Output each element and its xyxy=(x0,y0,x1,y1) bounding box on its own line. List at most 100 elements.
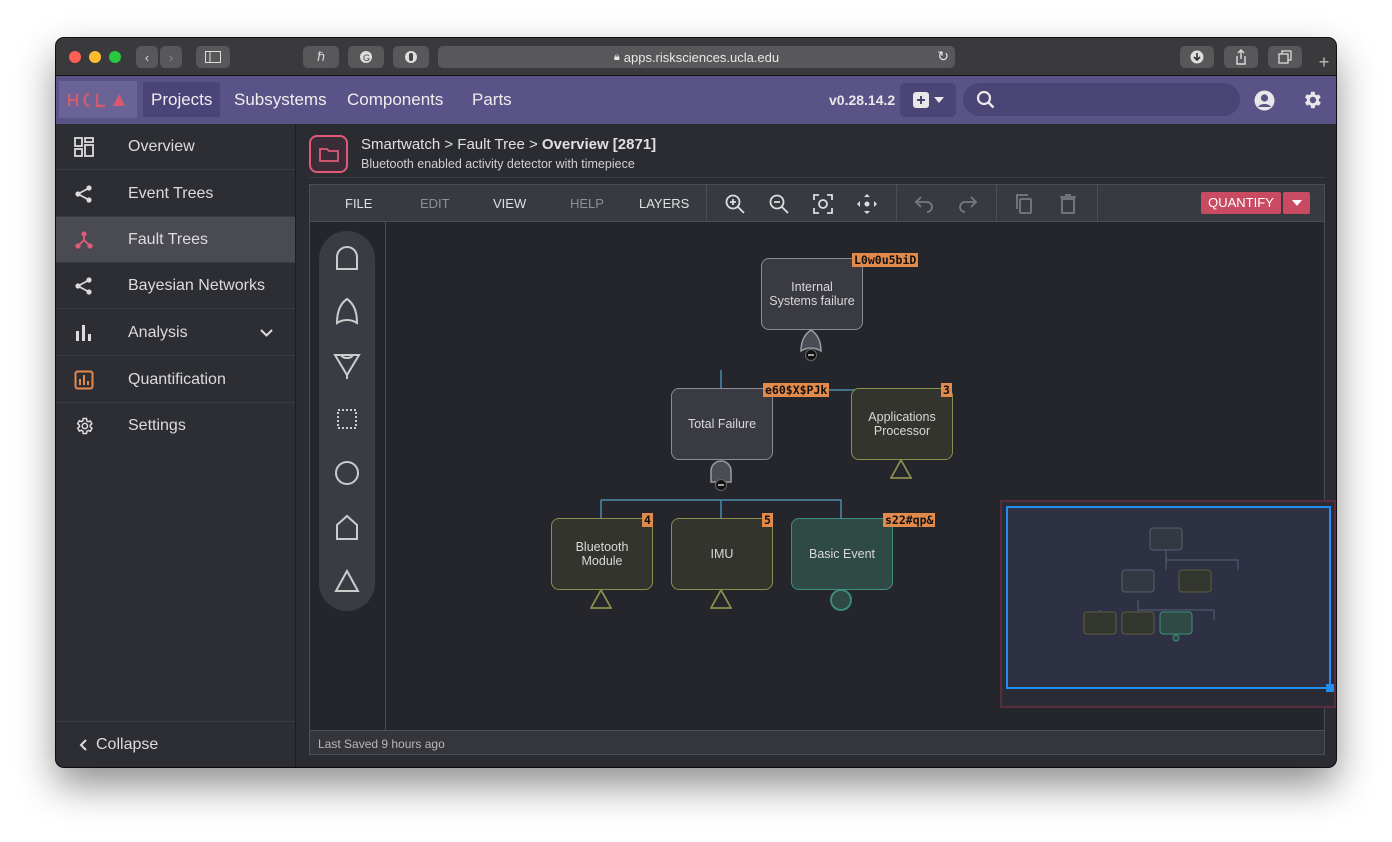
zoom-out-icon[interactable] xyxy=(768,193,790,215)
sidebar-item-label: Fault Trees xyxy=(128,230,209,248)
app-logo[interactable] xyxy=(59,81,137,118)
share-icon xyxy=(75,185,92,203)
sidebar-item-label: Overview xyxy=(128,137,195,155)
close-window-button[interactable] xyxy=(69,51,81,63)
back-button[interactable]: ‹ xyxy=(136,46,158,68)
collapse-toggle-icon[interactable] xyxy=(805,349,817,361)
and-gate-icon[interactable] xyxy=(333,243,361,271)
sidebar-item-label: Event Trees xyxy=(128,184,214,202)
tree-node-imu[interactable]: IMU xyxy=(671,518,773,590)
sidebar-item-label: Analysis xyxy=(128,323,188,341)
node-palette xyxy=(319,231,375,611)
redo-icon[interactable] xyxy=(957,193,979,215)
add-dropdown-button[interactable] xyxy=(900,83,956,117)
nav-parts-label: Parts xyxy=(472,89,512,109)
collapse-toggle-icon[interactable] xyxy=(715,479,727,491)
maximize-window-button[interactable] xyxy=(109,51,121,63)
or-gate-icon[interactable] xyxy=(333,297,361,325)
sidebar-item-fault-trees[interactable]: Fault Trees xyxy=(56,217,295,263)
minimap-resize-handle[interactable] xyxy=(1326,684,1334,692)
nav-subsystems-label: Subsystems xyxy=(234,89,327,109)
extension-button[interactable]: ℏ xyxy=(303,46,339,68)
browser-toolbar: ‹ › ℏ G 🔒︎ apps.risksciences.ucla.edu ↻ … xyxy=(56,38,1336,76)
sidebar-item-quantification[interactable]: Quantification xyxy=(56,357,295,403)
tabs-icon xyxy=(1278,50,1292,64)
lock-icon: 🔒︎ xyxy=(613,50,620,63)
tabs-overview-button[interactable] xyxy=(1268,46,1302,68)
toolbar-divider xyxy=(896,185,897,221)
nav-projects[interactable]: Projects xyxy=(143,82,221,117)
sidebar-item-bayesian-networks[interactable]: Bayesian Networks xyxy=(56,263,295,309)
bar-chart-icon xyxy=(76,325,91,341)
node-tag: L0w0u5biD xyxy=(852,253,919,267)
caret-down-icon xyxy=(933,97,944,103)
plus-box-icon xyxy=(912,92,929,108)
undo-icon[interactable] xyxy=(913,193,935,215)
menu-file[interactable]: FILE xyxy=(345,196,372,211)
share-button[interactable] xyxy=(1224,46,1258,68)
collapse-button[interactable]: Collapse xyxy=(56,721,295,767)
grid-icon xyxy=(74,137,94,157)
caret-down-icon xyxy=(1291,200,1302,206)
node-label: IMU xyxy=(710,547,734,561)
transfer-gate-icon[interactable] xyxy=(333,351,361,379)
quantify-dropdown-button[interactable] xyxy=(1283,192,1310,214)
minimize-window-button[interactable] xyxy=(89,51,101,63)
pan-icon[interactable] xyxy=(856,193,878,215)
selection-box-icon[interactable] xyxy=(333,405,361,433)
tree-node-internal-systems-failure[interactable]: Internal Systems failure xyxy=(761,258,863,330)
address-bar[interactable]: 🔒︎ apps.risksciences.ucla.edu ↻ xyxy=(438,46,955,68)
nav-projects-label: Projects xyxy=(151,89,213,109)
forward-button[interactable]: › xyxy=(160,46,182,68)
chevron-left-icon xyxy=(79,738,87,751)
quantify-button[interactable]: QUANTIFY xyxy=(1201,192,1281,214)
minimap[interactable] xyxy=(1000,500,1336,708)
sidebar-item-overview[interactable]: Overview xyxy=(56,124,295,170)
app-header: Projects Subsystems Components Parts v0.… xyxy=(56,76,1336,124)
tree-node-bluetooth-module[interactable]: Bluetooth Module xyxy=(551,518,653,590)
grammarly-button[interactable]: G xyxy=(348,46,384,68)
breadcrumb-path[interactable]: Smartwatch > Fault Tree > xyxy=(361,136,542,153)
tree-node-applications-processor[interactable]: Applications Processor xyxy=(851,388,953,460)
account-icon[interactable] xyxy=(1254,90,1275,111)
undeveloped-event-icon xyxy=(890,459,912,479)
nav-components-label: Components xyxy=(347,89,444,109)
menu-help[interactable]: HELP xyxy=(570,196,604,211)
sidebar-item-settings[interactable]: Settings xyxy=(56,403,295,449)
privacy-extension-button[interactable] xyxy=(393,46,429,68)
undeveloped-event-icon[interactable] xyxy=(333,567,361,595)
tree-node-basic-event[interactable]: Basic Event xyxy=(791,518,893,590)
house-event-icon[interactable] xyxy=(333,513,361,541)
tree-node-total-failure[interactable]: Total Failure xyxy=(671,388,773,460)
project-folder-button[interactable] xyxy=(309,135,348,173)
sidebar-item-label: Bayesian Networks xyxy=(128,276,265,294)
copy-icon[interactable] xyxy=(1013,193,1035,215)
gear-icon[interactable] xyxy=(1301,89,1323,111)
basic-event-icon[interactable] xyxy=(333,459,361,487)
sidebar-item-analysis[interactable]: Analysis xyxy=(56,310,295,356)
share-icon xyxy=(1236,49,1246,65)
nav-subsystems[interactable]: Subsystems xyxy=(226,82,335,117)
menu-layers[interactable]: LAYERS xyxy=(639,196,689,211)
collapse-label: Collapse xyxy=(96,735,159,753)
url-text: apps.risksciences.ucla.edu xyxy=(623,49,780,65)
menu-edit[interactable]: EDIT xyxy=(420,196,450,211)
nav-parts[interactable]: Parts xyxy=(464,82,520,117)
new-tab-button[interactable]: + xyxy=(1312,52,1336,76)
menu-view[interactable]: VIEW xyxy=(493,196,526,211)
sidebar-item-event-trees[interactable]: Event Trees xyxy=(56,171,295,217)
downloads-button[interactable] xyxy=(1180,46,1214,68)
sidebar-toggle-button[interactable] xyxy=(196,46,230,68)
minimap-viewport[interactable] xyxy=(1006,506,1334,692)
search-input[interactable] xyxy=(963,83,1240,116)
delete-icon[interactable] xyxy=(1057,193,1079,215)
fit-screen-icon[interactable] xyxy=(812,193,834,215)
nav-components[interactable]: Components xyxy=(339,82,451,117)
node-tag: e60$X$PJk xyxy=(763,383,830,397)
last-saved-text: Last Saved 9 hours ago xyxy=(318,737,445,751)
chevron-down-icon[interactable] xyxy=(260,329,273,337)
zoom-in-icon[interactable] xyxy=(724,193,746,215)
toolbar-divider xyxy=(1097,185,1098,221)
reload-icon[interactable]: ↻ xyxy=(937,48,949,65)
minimap-preview xyxy=(1083,527,1239,642)
